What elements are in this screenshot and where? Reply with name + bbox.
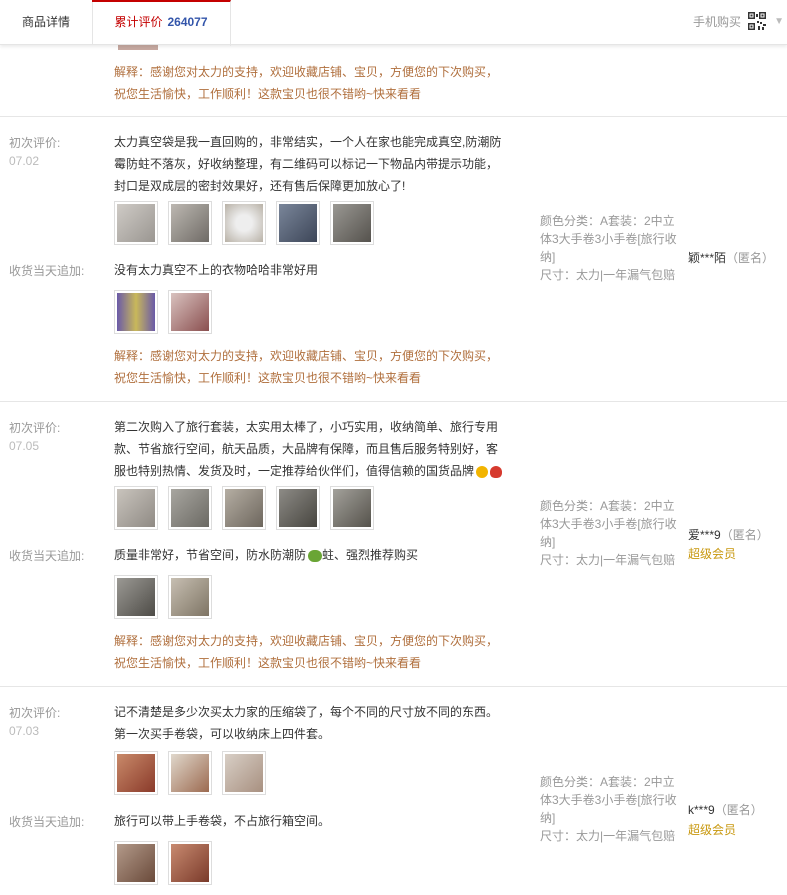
tab-product-detail[interactable]: 商品详情 xyxy=(0,0,93,44)
review-count: 264077 xyxy=(167,15,208,29)
reviewer-name: 颖***陌（匿名） xyxy=(688,251,775,265)
review-item: 初次评价: 07.03 记不清楚是多少次买太力家的压缩袋了，每个不同的尺寸放不同… xyxy=(0,687,787,895)
review-photo[interactable] xyxy=(168,575,212,619)
review-photo[interactable] xyxy=(114,201,158,245)
review-text: 记不清楚是多少次买太力家的压缩袋了，每个不同的尺寸放不同的东西。第一次买手卷袋，… xyxy=(114,705,499,741)
review-photo[interactable] xyxy=(222,486,266,530)
review-item: 初次评价: 07.02 太力真空袋是我一直回购的，非常结实，一个人在家也能完成真… xyxy=(0,117,787,402)
rose-emoji-icon xyxy=(490,465,503,478)
review-photo[interactable] xyxy=(168,841,212,885)
append-review-label: 收货当天追加: xyxy=(9,549,85,563)
tab-reviews-label: 累计评价 xyxy=(114,15,163,29)
append-review-text: 没有太力真空不上的衣物哈哈非常好用 xyxy=(114,263,319,277)
chevron-down-icon: ▼ xyxy=(774,16,784,27)
review-photo[interactable] xyxy=(168,486,212,530)
review-photo[interactable] xyxy=(114,751,158,795)
review-text: 太力真空袋是我一直回购的，非常结实，一个人在家也能完成真空,防潮防霉防蛀不落灰，… xyxy=(114,135,502,193)
sku-color: 颜色分类：A套装：2中立体3大手卷3小手卷[旅行收纳] xyxy=(540,775,677,825)
review-photo[interactable] xyxy=(114,841,158,885)
review-date: 07.05 xyxy=(9,439,40,453)
review-photo[interactable] xyxy=(114,486,158,530)
initial-review-label: 初次评价: xyxy=(9,706,61,720)
sku-color: 颜色分类：A套装：2中立体3大手卷3小手卷[旅行收纳] xyxy=(540,214,677,264)
initial-review-label: 初次评价: xyxy=(9,421,61,435)
append-review-text: 旅行可以带上手卷袋，不占旅行箱空间。 xyxy=(114,814,331,828)
seller-reply: 解释：感谢您对太力的支持，欢迎收藏店铺、宝贝，方便您的下次购买，祝您生活愉快，工… xyxy=(114,65,499,101)
review-photo[interactable] xyxy=(276,201,320,245)
review-photos xyxy=(114,751,266,795)
review-photo[interactable] xyxy=(222,201,266,245)
mobile-buy[interactable]: 手机购买 ▼ xyxy=(667,0,787,44)
review-item: 解释：感谢您对太力的支持，欢迎收藏店铺、宝贝，方便您的下次购买，祝您生活愉快，工… xyxy=(0,44,787,117)
sku-color: 颜色分类：A套装：2中立体3大手卷3小手卷[旅行收纳] xyxy=(540,499,677,549)
seller-reply: 解释：感谢您对太力的支持，欢迎收藏店铺、宝贝，方便您的下次购买，祝您生活愉快，工… xyxy=(114,634,499,670)
seller-reply: 解释：感谢您对太力的支持，欢迎收藏店铺、宝贝，方便您的下次购买，祝您生活愉快，工… xyxy=(114,349,499,385)
qr-code-icon xyxy=(747,11,767,31)
initial-review-label: 初次评价: xyxy=(9,136,61,150)
review-photo[interactable] xyxy=(330,486,374,530)
append-photos xyxy=(114,290,212,334)
vip-badge: 超级会员 xyxy=(688,547,737,561)
review-photo[interactable] xyxy=(114,290,158,334)
append-photos xyxy=(114,575,212,619)
append-review-text: 质量非常好，节省空间，防水防潮防 蛀、强烈推荐购买 xyxy=(114,548,419,562)
review-date: 07.03 xyxy=(9,724,40,738)
review-tab-bar: 商品详情 累计评价 264077 手机购买 ▼ xyxy=(0,0,787,46)
review-photos xyxy=(114,201,374,245)
sku-size: 尺寸：太力|一年漏气包赔 xyxy=(540,268,676,282)
reviewer-name: 爱***9（匿名） xyxy=(688,528,769,542)
vip-badge: 超级会员 xyxy=(688,823,737,837)
append-review-label: 收货当天追加: xyxy=(9,264,85,278)
sku-info: 颜色分类：A套装：2中立体3大手卷3小手卷[旅行收纳] 尺寸：太力|一年漏气包赔 xyxy=(540,497,680,569)
review-photo[interactable] xyxy=(276,486,320,530)
review-photos xyxy=(114,486,374,530)
sku-info: 颜色分类：A套装：2中立体3大手卷3小手卷[旅行收纳] 尺寸：太力|一年漏气包赔 xyxy=(540,212,680,284)
caterpillar-emoji-icon xyxy=(308,549,323,562)
reviewer-name: k***9（匿名） xyxy=(688,803,763,817)
review-text: 第二次购入了旅行套装，太实用太棒了，小巧实用，收纳简单、旅行专用款、节省旅行空间… xyxy=(114,416,509,482)
review-date: 07.02 xyxy=(9,154,40,168)
tab-reviews[interactable]: 累计评价 264077 xyxy=(92,0,231,46)
mobile-buy-label: 手机购买 xyxy=(692,15,741,29)
append-photos xyxy=(114,841,212,885)
review-photo[interactable] xyxy=(168,290,212,334)
sku-size: 尺寸：太力|一年漏气包赔 xyxy=(540,553,676,567)
smile-emoji-icon xyxy=(476,465,489,478)
review-item: 初次评价: 07.05 第二次购入了旅行套装，太实用太棒了，小巧实用，收纳简单、… xyxy=(0,402,787,687)
review-photo[interactable] xyxy=(168,201,212,245)
review-photo[interactable] xyxy=(330,201,374,245)
sku-size: 尺寸：太力|一年漏气包赔 xyxy=(540,829,676,843)
review-photo[interactable] xyxy=(114,575,158,619)
sku-info: 颜色分类：A套装：2中立体3大手卷3小手卷[旅行收纳] 尺寸：太力|一年漏气包赔 xyxy=(540,773,680,845)
append-review-label: 收货当天追加: xyxy=(9,815,85,829)
review-photo[interactable] xyxy=(222,751,266,795)
review-photo[interactable] xyxy=(168,751,212,795)
